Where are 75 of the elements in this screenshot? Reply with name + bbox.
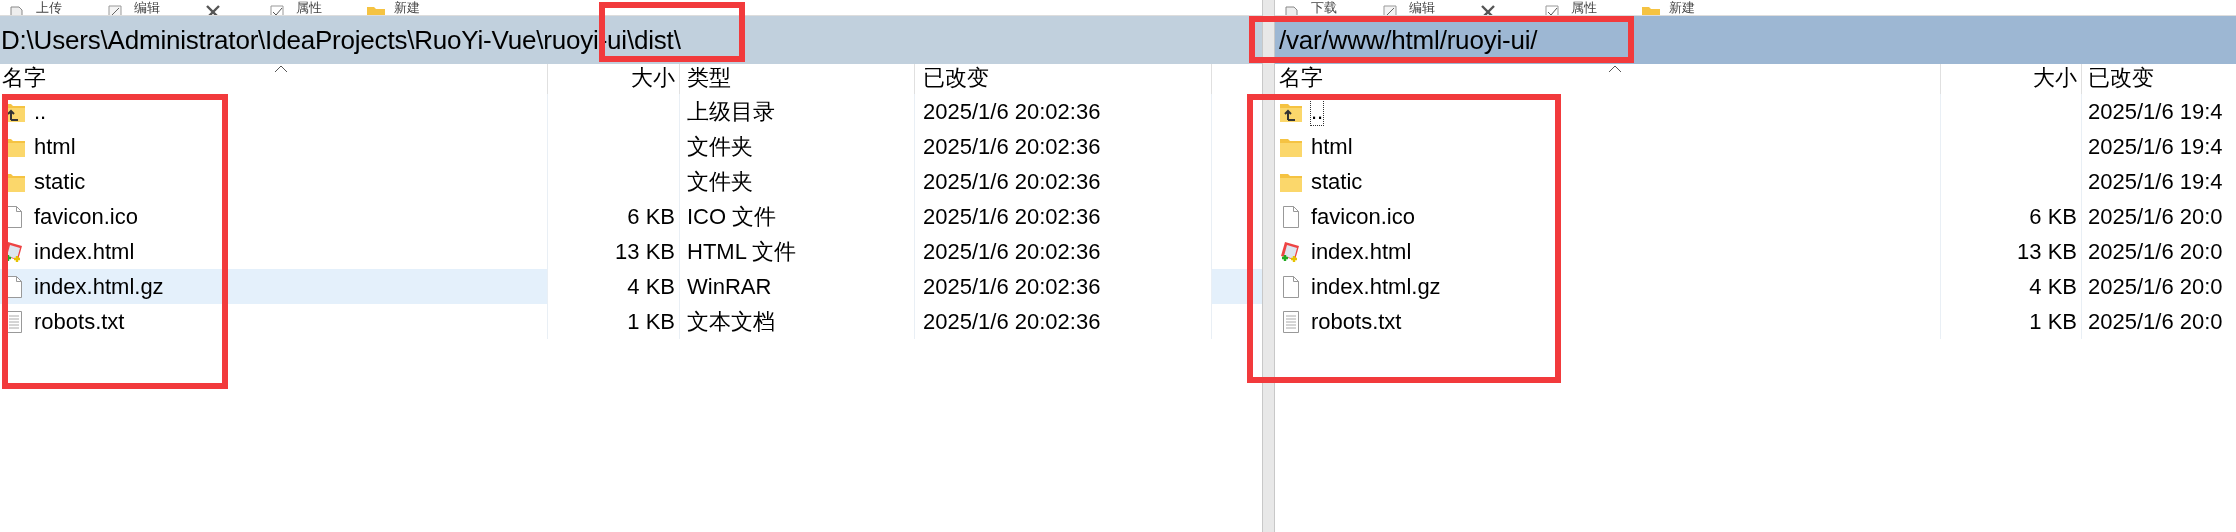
- modified-date: 2025/1/6 20:02:36: [923, 273, 1101, 300]
- file-row[interactable]: html 文件夹 2025/1/6 20:02:36: [0, 129, 1262, 164]
- file-type: 文本文档: [687, 307, 775, 336]
- toolbar-button[interactable]: 属性: [296, 0, 322, 15]
- file-size: 13 KB: [615, 238, 675, 265]
- toolbar-button[interactable]: 新建: [1669, 0, 1695, 15]
- modified-date: 2025/1/6 20:02:36: [923, 168, 1101, 195]
- file-size: 13 KB: [2017, 238, 2077, 265]
- toolbar-button[interactable]: 编辑: [134, 0, 160, 15]
- file-name[interactable]: html: [1311, 133, 1353, 160]
- column-header[interactable]: 名字: [0, 64, 548, 94]
- file-type: ICO 文件: [687, 202, 777, 231]
- column-header[interactable]: 类型: [680, 64, 915, 94]
- column-header[interactable]: 已改变: [915, 64, 1212, 94]
- modified-date: 2025/1/6 20:02:36: [923, 238, 1101, 265]
- modified-date: 2025/1/6 19:4: [2088, 133, 2223, 160]
- file-name[interactable]: index.html: [34, 238, 135, 265]
- file-row[interactable]: .. 上级目录 2025/1/6 20:02:36: [0, 94, 1262, 129]
- modified-date: 2025/1/6 19:4: [2088, 168, 2223, 195]
- sort-caret-icon: [273, 65, 288, 73]
- modified-date: 2025/1/6 19:4: [2088, 98, 2223, 125]
- file-name[interactable]: robots.txt: [1311, 308, 1402, 335]
- file-row[interactable]: static 2025/1/6 19:4: [1275, 164, 2236, 199]
- file-row[interactable]: robots.txt 1 KB 文本文档 2025/1/6 20:02:36: [0, 304, 1262, 339]
- modified-date: 2025/1/6 20:0: [2088, 238, 2223, 265]
- file-row[interactable]: html 2025/1/6 19:4: [1275, 129, 2236, 164]
- toolbar-button[interactable]: 编辑: [1409, 0, 1435, 15]
- file-name[interactable]: index.html.gz: [1311, 273, 1441, 300]
- file-name[interactable]: static: [1311, 168, 1363, 195]
- file-row[interactable]: index.html.gz 4 KB 2025/1/6 20:0: [1275, 269, 2236, 304]
- file-name[interactable]: ..: [1311, 98, 1324, 125]
- column-header[interactable]: 大小: [1941, 64, 2082, 94]
- file-type: HTML 文件: [687, 237, 797, 266]
- file-name[interactable]: index.html.gz: [34, 273, 164, 300]
- file-type: 上级目录: [687, 97, 775, 126]
- file-name[interactable]: static: [34, 168, 86, 195]
- column-header[interactable]: 名字: [1275, 64, 1941, 94]
- modified-date: 2025/1/6 20:02:36: [923, 203, 1101, 230]
- modified-date: 2025/1/6 20:02:36: [923, 98, 1101, 125]
- file-size: 1 KB: [627, 308, 675, 335]
- file-size: 6 KB: [627, 203, 675, 230]
- file-name[interactable]: index.html: [1311, 238, 1412, 265]
- column-header[interactable]: 大小: [548, 64, 680, 94]
- file-size: 6 KB: [2029, 203, 2077, 230]
- modified-date: 2025/1/6 20:02:36: [923, 133, 1101, 160]
- sort-caret-icon: [1607, 65, 1622, 73]
- toolbar-button[interactable]: 新建: [394, 0, 420, 15]
- file-row[interactable]: robots.txt 1 KB 2025/1/6 20:0: [1275, 304, 2236, 339]
- toolbar-button[interactable]: 下载: [1311, 0, 1337, 15]
- modified-date: 2025/1/6 20:02:36: [923, 308, 1101, 335]
- file-size: 4 KB: [2029, 273, 2077, 300]
- column-header[interactable]: 已改变: [2082, 64, 2236, 94]
- toolbar-button[interactable]: 属性: [1571, 0, 1597, 15]
- file-row[interactable]: favicon.ico 6 KB ICO 文件 2025/1/6 20:02:36: [0, 199, 1262, 234]
- file-size: 1 KB: [2029, 308, 2077, 335]
- file-name[interactable]: ..: [34, 98, 47, 125]
- modified-date: 2025/1/6 20:0: [2088, 273, 2223, 300]
- file-name[interactable]: html: [34, 133, 76, 160]
- file-size: 4 KB: [627, 273, 675, 300]
- toolbar-button[interactable]: 上传: [36, 0, 62, 15]
- file-name[interactable]: favicon.ico: [1311, 203, 1415, 230]
- file-type: WinRAR: [687, 273, 772, 300]
- splitter[interactable]: [1262, 0, 1275, 532]
- file-row[interactable]: static 文件夹 2025/1/6 20:02:36: [0, 164, 1262, 199]
- file-row[interactable]: index.html.gz 4 KB WinRAR 2025/1/6 20:02:36: [0, 269, 1262, 304]
- file-name[interactable]: robots.txt: [34, 308, 125, 335]
- file-row[interactable]: index.html 13 KB 2025/1/6 20:0: [1275, 234, 2236, 269]
- file-type: 文件夹: [687, 167, 753, 196]
- path-bar[interactable]: /var/www/html/ruoyi-ui/: [1275, 16, 2236, 64]
- file-row[interactable]: .. 2025/1/6 19:4: [1275, 94, 2236, 129]
- file-name[interactable]: favicon.ico: [34, 203, 138, 230]
- file-type: 文件夹: [687, 132, 753, 161]
- modified-date: 2025/1/6 20:0: [2088, 308, 2223, 335]
- file-row[interactable]: favicon.ico 6 KB 2025/1/6 20:0: [1275, 199, 2236, 234]
- modified-date: 2025/1/6 20:0: [2088, 203, 2223, 230]
